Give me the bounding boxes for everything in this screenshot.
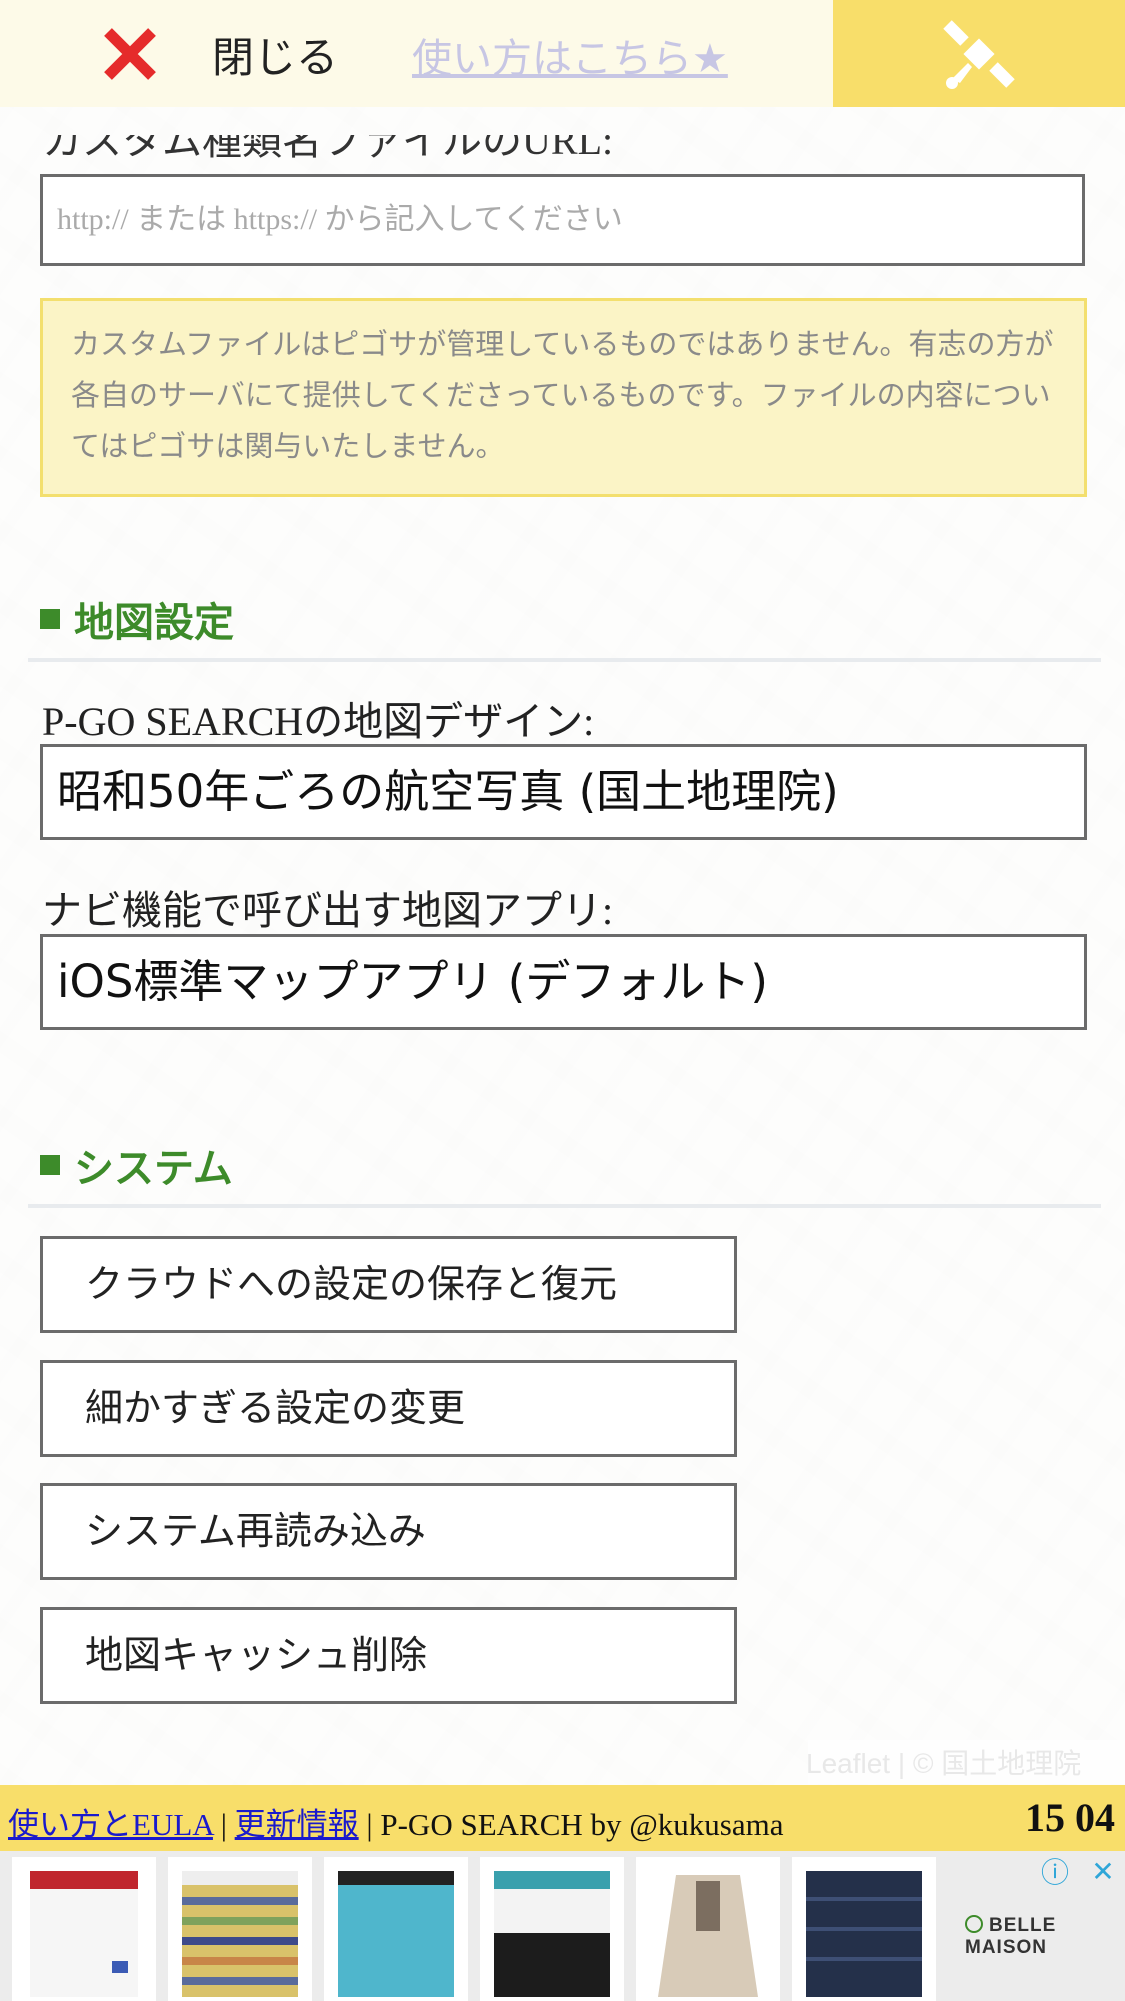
ad-banner[interactable]: BELLE MAISON ⓘ ✕ (0, 1851, 1125, 2001)
nav-app-label: ナビ機能で呼び出す地図アプリ: (42, 888, 614, 933)
system-reload-button[interactable]: システム再読み込み (40, 1483, 737, 1580)
ad-product-image[interactable] (792, 1857, 936, 2001)
satellite-icon (943, 19, 1015, 89)
map-design-label: P-GO SEARCHの地図デザイン: (42, 699, 595, 744)
footer-credit: | P-GO SEARCH by @kukusama (358, 1807, 784, 1842)
ad-product-image[interactable] (324, 1857, 468, 2001)
leaf-icon (965, 1915, 983, 1933)
footer-bar: 使い方とEULA | 更新情報 | P-GO SEARCH by @kukusa… (0, 1785, 1125, 1851)
ad-product-image[interactable] (168, 1857, 312, 2001)
cloud-backup-button[interactable]: クラウドへの設定の保存と復元 (40, 1236, 737, 1333)
system-heading-text: システム (74, 1146, 233, 1192)
section-bullet-icon (40, 609, 60, 629)
ad-product-image[interactable] (636, 1857, 780, 2001)
footer-separator: | (212, 1807, 235, 1842)
top-bar: 閉じる 使い方はこちら★ (0, 0, 1125, 107)
close-button[interactable]: 閉じる (100, 18, 370, 90)
section-bullet-icon (40, 1155, 60, 1175)
map-settings-divider (28, 658, 1101, 662)
map-settings-heading-text: 地図設定 (74, 600, 234, 646)
eula-link[interactable]: 使い方とEULA (8, 1807, 213, 1842)
updates-link[interactable]: 更新情報 (235, 1807, 359, 1842)
custom-file-notice: カスタムファイルはピゴサが管理しているものではありません。有志の方が各自のサーバ… (40, 298, 1087, 497)
nav-app-select[interactable]: iOS標準マップアプリ (デフォルト) (40, 934, 1087, 1030)
close-icon[interactable]: ✕ (1081, 1851, 1125, 1891)
system-heading: システム (40, 1136, 233, 1194)
ad-product-image[interactable] (12, 1857, 156, 2001)
ad-brand-logo[interactable]: BELLE MAISON (965, 1915, 1125, 1959)
map-settings-heading: 地図設定 (40, 590, 234, 648)
system-divider (28, 1204, 1101, 1208)
info-icon[interactable]: ⓘ (1035, 1851, 1075, 1891)
advanced-settings-button[interactable]: 細かすぎる設定の変更 (40, 1360, 737, 1457)
clock: 15 04 (1025, 1795, 1115, 1840)
footer-text: 使い方とEULA | 更新情報 | P-GO SEARCH by @kukusa… (8, 1799, 784, 1844)
howto-link[interactable]: 使い方はこちら★ (412, 26, 728, 84)
url-input-placeholder: http:// または https:// から記入してください (57, 203, 623, 236)
map-design-select[interactable]: 昭和50年ごろの航空写真 (国土地理院) (40, 744, 1087, 840)
clear-map-cache-button[interactable]: 地図キャッシュ削除 (40, 1607, 737, 1704)
ad-product-image[interactable] (480, 1857, 624, 2001)
custom-file-url-input[interactable]: http:// または https:// から記入してください (40, 174, 1085, 266)
close-label: 閉じる (212, 32, 339, 82)
map-attribution[interactable]: Leaflet | © 国土地理院 (806, 1742, 1081, 1782)
close-x-icon (100, 24, 160, 84)
satellite-button[interactable] (833, 0, 1125, 107)
